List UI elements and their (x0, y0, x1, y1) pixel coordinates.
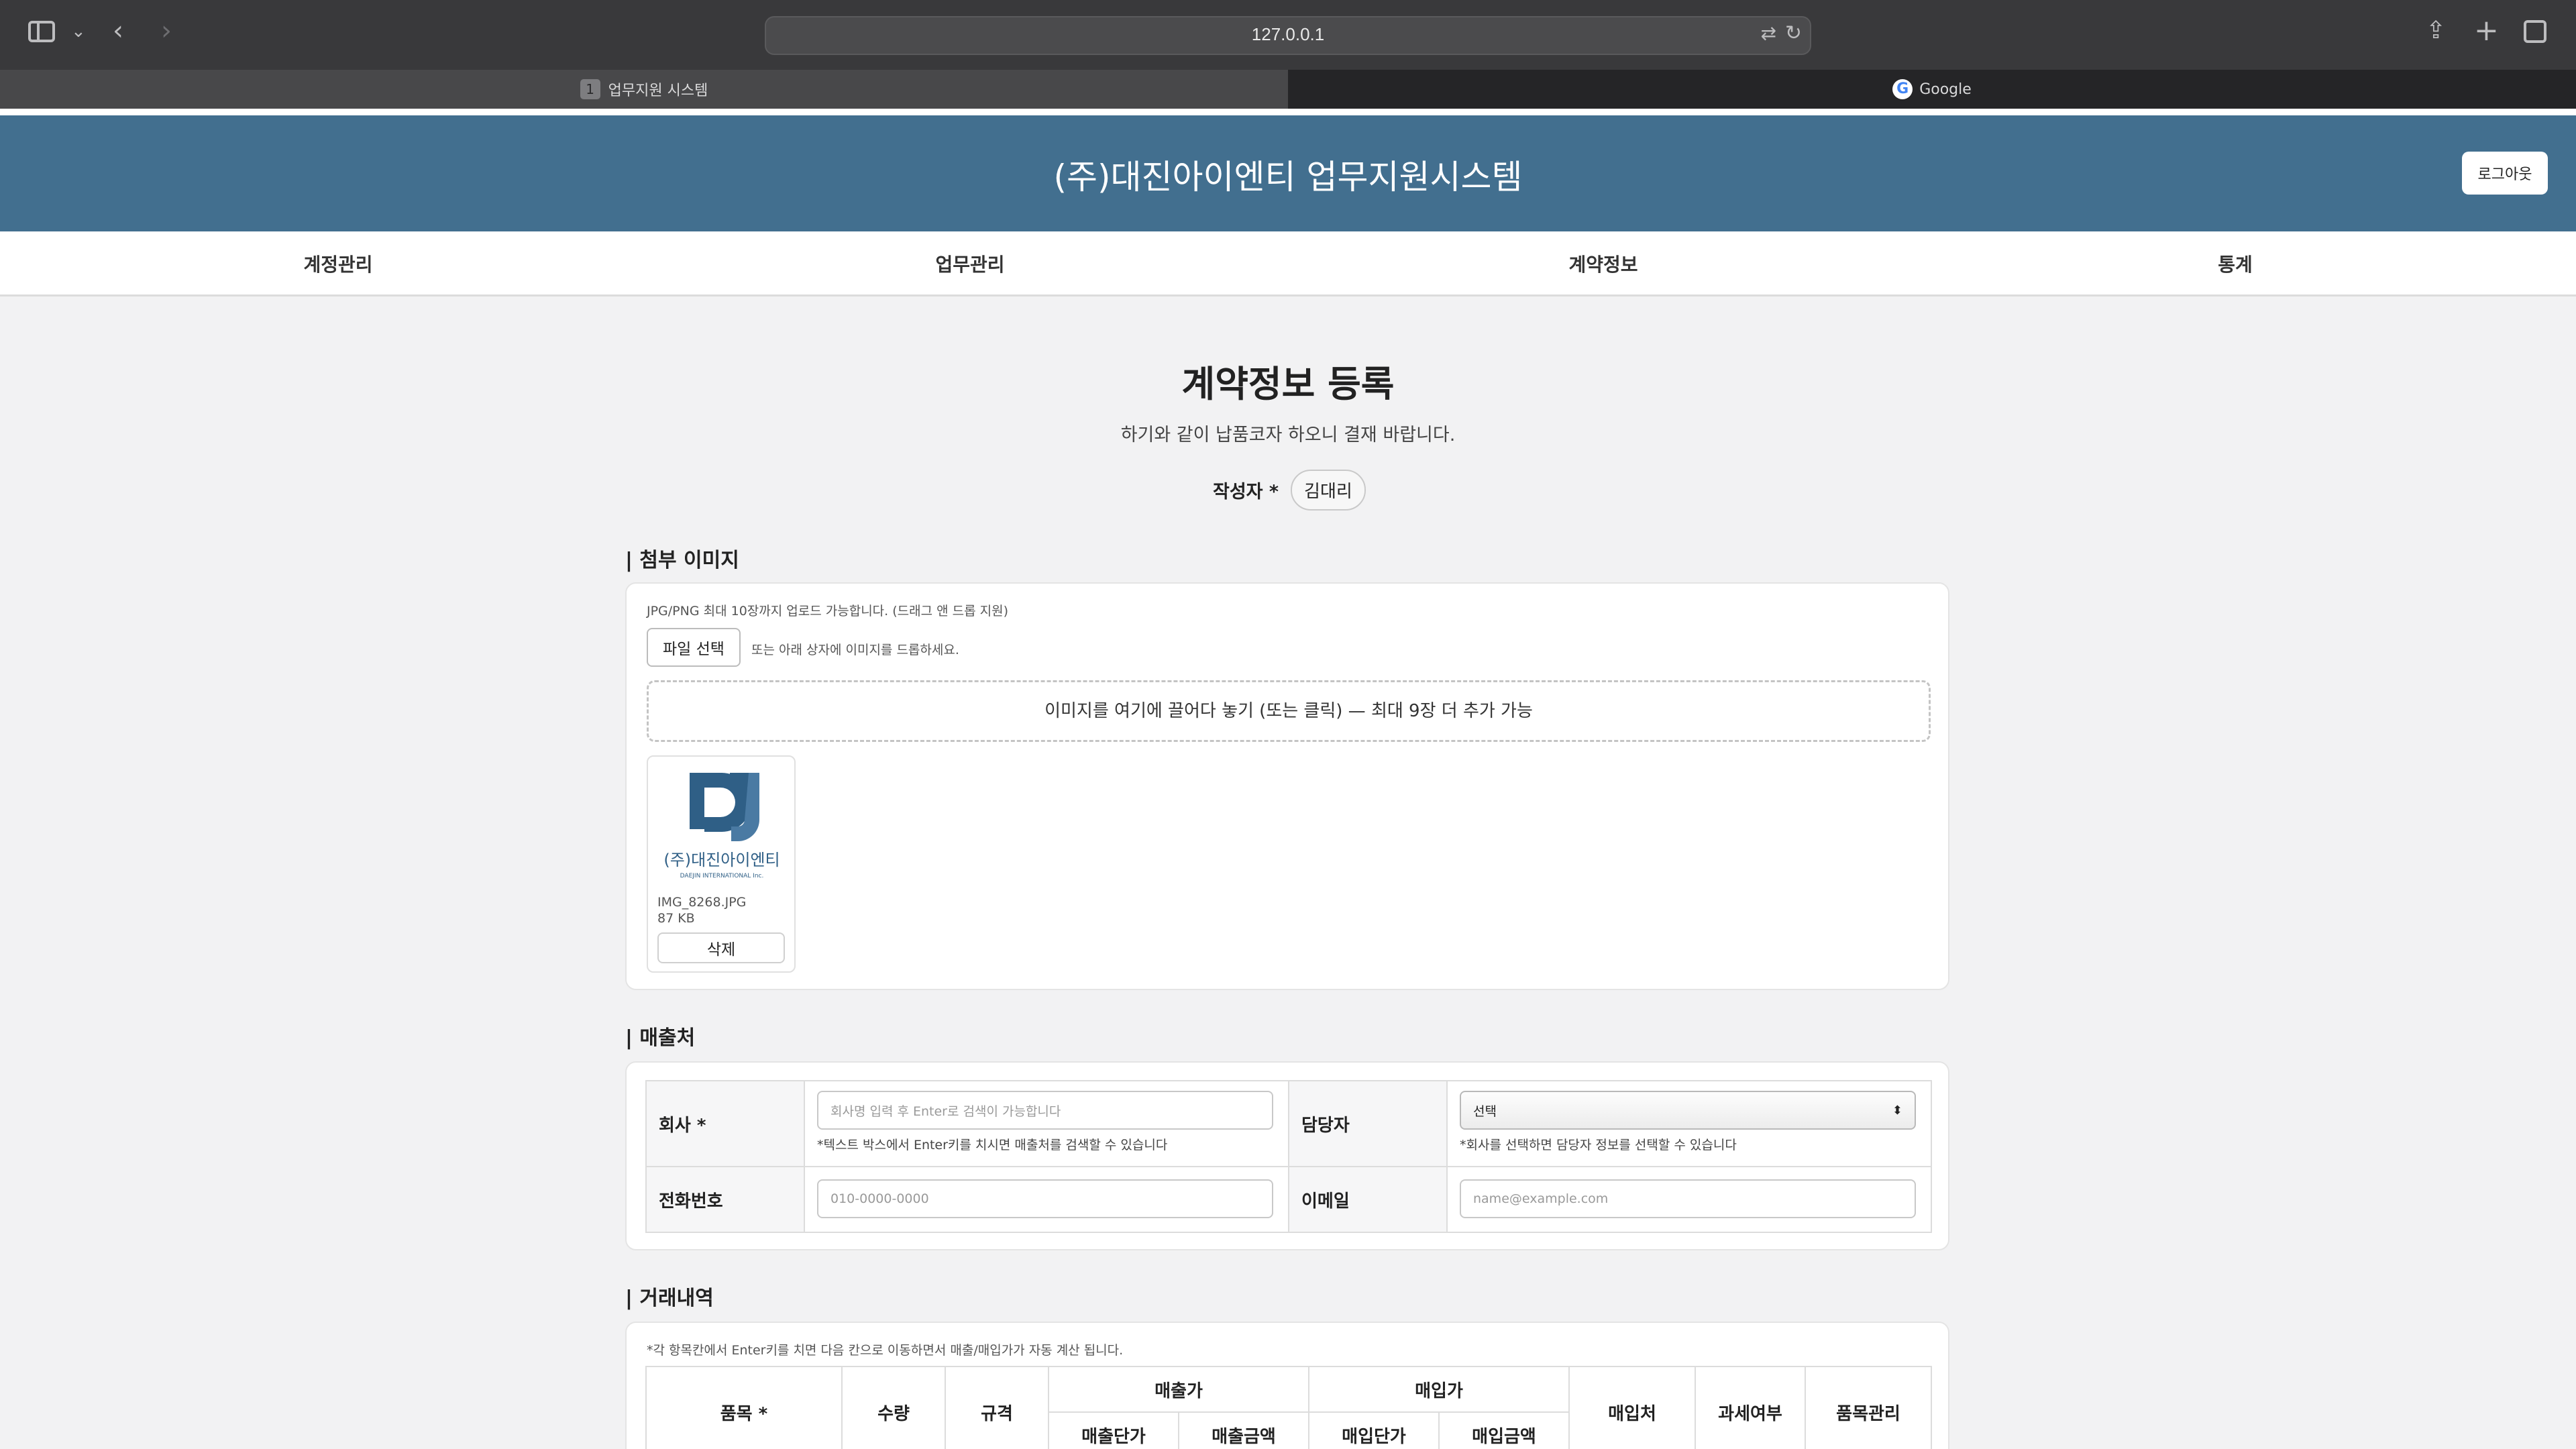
drop-hint: 또는 아래 상자에 이미지를 드롭하세요. (751, 643, 959, 657)
col-purchase-amount: 매입금액 (1438, 1411, 1570, 1449)
sidebar-toggle-icon[interactable] (28, 21, 55, 42)
company-cell: 회사명 입력 후 Enter로 검색이 가능합니다 *텍스트 박스에서 Ente… (804, 1080, 1289, 1167)
upload-hint: JPG/PNG 최대 10장까지 업로드 가능합니다. (드래그 앤 드롭 지원… (647, 604, 1009, 619)
forward-arrow-icon[interactable]: › (161, 17, 172, 44)
manager-note: *회사를 선택하면 담당자 정보를 선택할 수 있습니다 (1460, 1138, 1737, 1152)
attachments-section-title: | 첨부 이미지 (625, 549, 739, 572)
logo-text: (주)대진아이엔티 (663, 851, 780, 869)
manager-select[interactable]: 선택 ⬍ (1460, 1091, 1916, 1130)
phone-label: 전화번호 (645, 1166, 805, 1233)
manager-selected-value: 선택 (1473, 1104, 1497, 1119)
back-arrow-icon[interactable]: ‹ (113, 17, 123, 44)
sales-section-title: | 매출처 (625, 1026, 696, 1050)
attachments-card: JPG/PNG 최대 10장까지 업로드 가능합니다. (드래그 앤 드롭 지원… (625, 582, 1949, 990)
tab-title: Google (1919, 80, 1972, 98)
manager-label: 담당자 (1288, 1080, 1448, 1167)
col-qty: 수량 (841, 1366, 946, 1449)
company-note: *텍스트 박스에서 Enter키를 치시면 매출처를 검색할 수 있습니다 (817, 1138, 1168, 1152)
transactions-card: *각 항목칸에서 Enter키를 치면 다음 칸으로 이동하면서 매출/매입가가… (625, 1322, 1949, 1449)
logout-button[interactable]: 로그아웃 (2462, 152, 2548, 195)
reload-icon[interactable]: ↻ (1785, 23, 1802, 44)
col-manage: 품목관리 (1805, 1366, 1932, 1449)
nav-item-stats[interactable]: 통계 (2101, 250, 2369, 277)
tab-bar: 1 업무지원 시스템 G Google (0, 70, 2576, 109)
file-size: 87 KB (657, 911, 695, 926)
col-purchase-unit: 매입단가 (1308, 1411, 1440, 1449)
col-purchase-price: 매입가 (1308, 1366, 1570, 1413)
author-field: 작성자 * 김대리 (1213, 470, 1366, 511)
tab-business-system[interactable]: 1 업무지원 시스템 (0, 70, 1288, 109)
col-vendor: 매입처 (1568, 1366, 1696, 1449)
phone-placeholder: 010-0000-0000 (830, 1191, 929, 1206)
browser-toolbar: ⌄ ‹ › 127.0.0.1 ⇄ ↻ ⇪ + (0, 0, 2576, 70)
app-header: (주)대진아이엔티 업무지원시스템 로그아웃 (0, 115, 2576, 231)
phone-cell: 010-0000-0000 (804, 1166, 1289, 1233)
file-name: IMG_8268.JPG (657, 895, 747, 910)
company-label: 회사 * (645, 1080, 805, 1167)
nav-item-contracts[interactable]: 계약정보 (1469, 250, 1737, 277)
app-title: (주)대진아이엔티 업무지원시스템 (1053, 158, 1523, 197)
chevron-down-icon[interactable]: ⌄ (71, 23, 86, 40)
share-icon[interactable]: ⇪ (2426, 19, 2446, 43)
col-tax: 과세여부 (1695, 1366, 1806, 1449)
email-cell: name@example.com (1446, 1166, 1932, 1233)
tab-google[interactable]: G Google (1288, 70, 2576, 109)
col-sales-amount: 매출금액 (1178, 1411, 1309, 1449)
col-spec: 규격 (945, 1366, 1049, 1449)
url-text: 127.0.0.1 (1251, 24, 1325, 44)
phone-input[interactable]: 010-0000-0000 (817, 1179, 1273, 1218)
transactions-hint: *각 항목칸에서 Enter키를 치면 다음 칸으로 이동하면서 매출/매입가가… (647, 1343, 1124, 1358)
nav-item-accounts[interactable]: 계정관리 (204, 250, 472, 277)
translate-icon[interactable]: ⇄ (1761, 24, 1776, 43)
select-arrows-icon: ⬍ (1892, 1103, 1902, 1118)
col-item: 품목 * (645, 1366, 843, 1449)
transactions-section-title: | 거래내역 (625, 1287, 714, 1310)
delete-image-button[interactable]: 삭제 (657, 932, 785, 963)
author-label: 작성자 * (1213, 482, 1279, 502)
tab-number-badge: 1 (580, 79, 600, 99)
sales-card: 회사 * 회사명 입력 후 Enter로 검색이 가능합니다 *텍스트 박스에서… (625, 1061, 1949, 1250)
image-thumbnail: (주)대진아이엔티 DAEJIN INTERNATIONAL Inc. IMG_… (647, 755, 796, 973)
page-subtitle: 하기와 같이 납품코자 하오니 결재 바랍니다. (1120, 425, 1456, 445)
main-nav: 계정관리 업무관리 계약정보 통계 (0, 231, 2576, 297)
sales-form-table: 회사 * 회사명 입력 후 Enter로 검색이 가능합니다 *텍스트 박스에서… (645, 1080, 1932, 1233)
email-label: 이메일 (1288, 1166, 1448, 1233)
company-search-input[interactable]: 회사명 입력 후 Enter로 검색이 가능합니다 (817, 1091, 1273, 1130)
manager-cell: 선택 ⬍ *회사를 선택하면 담당자 정보를 선택할 수 있습니다 (1446, 1080, 1932, 1167)
address-bar[interactable]: 127.0.0.1 ⇄ ↻ (765, 16, 1811, 55)
company-logo-image: (주)대진아이엔티 DAEJIN INTERNATIONAL Inc. (656, 763, 788, 890)
new-tab-icon[interactable]: + (2474, 16, 2499, 46)
tab-overview-icon[interactable] (2524, 20, 2546, 43)
page-title: 계약정보 등록 (1181, 363, 1395, 405)
transactions-table: 품목 * 수량 규격 매출가 매입가 매입처 과세여부 품목관리 매출단가 매출… (645, 1366, 1932, 1449)
col-sales-unit: 매출단가 (1048, 1411, 1179, 1449)
google-icon: G (1892, 79, 1913, 99)
nav-item-tasks[interactable]: 업무관리 (836, 250, 1104, 277)
logo-subtext: DAEJIN INTERNATIONAL Inc. (680, 873, 764, 879)
image-dropzone[interactable]: 이미지를 여기에 끌어다 놓기 (또는 클릭) — 최대 9장 더 추가 가능 (647, 680, 1931, 742)
tab-title: 업무지원 시스템 (608, 83, 708, 99)
company-placeholder: 회사명 입력 후 Enter로 검색이 가능합니다 (830, 1104, 1061, 1119)
file-select-button[interactable]: 파일 선택 (647, 628, 741, 667)
col-sales-price: 매출가 (1048, 1366, 1309, 1413)
divider (0, 109, 2576, 115)
email-input[interactable]: name@example.com (1460, 1179, 1916, 1218)
author-value: 김대리 (1291, 470, 1366, 511)
email-placeholder: name@example.com (1473, 1191, 1609, 1206)
